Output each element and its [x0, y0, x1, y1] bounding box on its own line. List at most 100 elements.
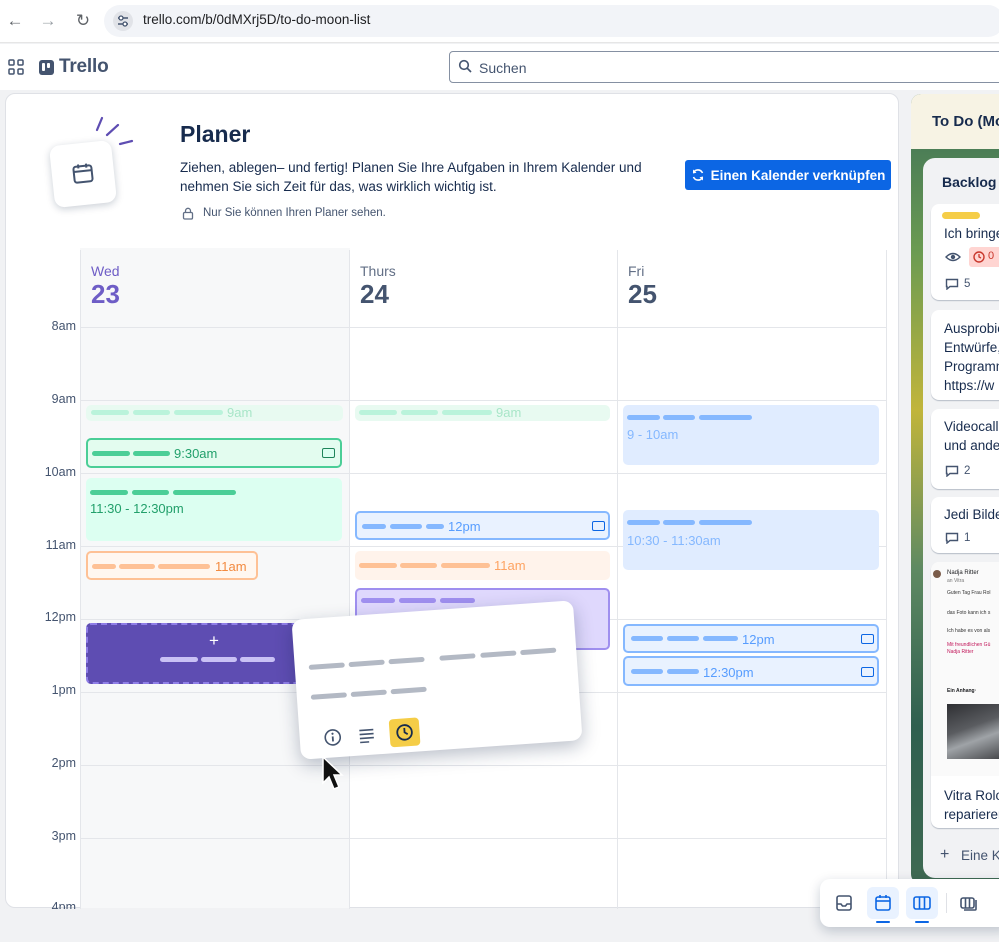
- active-indicator: [876, 921, 890, 923]
- list-card[interactable]: Videocall und ande 2: [931, 409, 999, 489]
- connect-calendar-label: Einen Kalender verknüpfen: [710, 167, 886, 183]
- search-placeholder: Suchen: [479, 60, 527, 76]
- due-date-badge: [388, 717, 421, 748]
- board-icon[interactable]: [911, 893, 933, 913]
- app-switcher-icon[interactable]: [8, 59, 24, 75]
- mouse-cursor-icon: [322, 755, 344, 790]
- divider: [946, 893, 947, 913]
- comment-count: 5: [964, 278, 971, 290]
- calendar-icon[interactable]: [872, 893, 894, 913]
- event-time: 11am: [215, 559, 247, 574]
- trello-logo-icon: [39, 59, 54, 75]
- overdue-badge: 0: [969, 247, 999, 267]
- card-line: Entwürfe,: [944, 340, 999, 355]
- event-block[interactable]: 9am: [355, 405, 610, 421]
- card-icon: [861, 667, 874, 677]
- inbox-icon[interactable]: [833, 893, 855, 913]
- hour-label: 11am: [45, 538, 76, 552]
- event-block[interactable]: 12:30pm: [623, 656, 879, 686]
- comment-icon: [945, 278, 959, 290]
- search-input[interactable]: [449, 51, 999, 83]
- day-header-thu: Thurs 24: [360, 263, 396, 310]
- event-block[interactable]: 11am: [86, 551, 258, 580]
- event-time: 9 - 10am: [627, 427, 679, 442]
- clock-icon: [973, 251, 985, 263]
- switch-boards-icon[interactable]: [958, 893, 980, 913]
- sync-icon: [692, 169, 703, 181]
- card-line: Videocall: [944, 419, 999, 434]
- event-block[interactable]: 10:30 - 11:30am: [623, 510, 879, 570]
- hour-label: 1pm: [51, 683, 76, 697]
- event-block[interactable]: 11am: [355, 551, 610, 580]
- card-title: Ich bringe: [944, 226, 999, 241]
- list-title[interactable]: Backlog: [942, 174, 996, 190]
- comment-count: 1: [964, 532, 971, 544]
- add-icon: +: [940, 846, 950, 863]
- event-time: 9am: [227, 405, 253, 420]
- board-title[interactable]: To Do (Mo: [932, 113, 999, 130]
- hour-label: 2pm: [51, 756, 76, 770]
- hour-line: [80, 400, 886, 401]
- event-block[interactable]: 11:30 - 12:30pm: [86, 478, 342, 541]
- add-card-button[interactable]: Eine Ka: [961, 848, 999, 863]
- hour-label: 9am: [51, 392, 76, 406]
- hour-label: 3pm: [51, 829, 76, 843]
- url-text[interactable]: trello.com/b/0dMXrj5D/to-do-moon-list: [143, 12, 370, 27]
- forward-icon[interactable]: →: [37, 10, 59, 32]
- day-header-fri: Fri 25: [628, 263, 657, 310]
- email-line: das Foto kann ich s: [947, 610, 991, 616]
- trello-logo-text: Trello: [59, 56, 109, 77]
- card-title: Jedi Bilde: [944, 507, 999, 522]
- event-time: 12pm: [448, 519, 481, 534]
- event-time: 9am: [496, 405, 522, 420]
- reload-icon[interactable]: ↻: [72, 10, 94, 32]
- day-number: 23: [91, 279, 120, 309]
- card-line: https://w: [944, 378, 995, 393]
- hour-line: [80, 765, 886, 766]
- email-via: an Vitra: [947, 578, 965, 584]
- list-card[interactable]: Ausprobie Entwürfe, Programm https://w: [931, 310, 999, 400]
- day-name: Wed: [91, 263, 120, 279]
- event-block[interactable]: 9am: [86, 405, 343, 421]
- event-block[interactable]: 9 - 10am: [623, 405, 879, 465]
- list-card[interactable]: Ich bringe 0 5: [931, 204, 999, 300]
- day-name: Fri: [628, 263, 645, 279]
- hour-label: 8am: [51, 319, 76, 333]
- watch-eye-icon: [945, 252, 961, 262]
- today-column-header: [80, 248, 350, 328]
- email-line: Guten Tag Frau Rol: [947, 590, 991, 596]
- event-block[interactable]: 12pm: [355, 511, 610, 540]
- hour-line: [80, 473, 886, 474]
- event-time: 12pm: [742, 632, 775, 647]
- avatar: [933, 570, 941, 578]
- day-header-wed: Wed 23: [91, 263, 120, 310]
- column-divider: [617, 250, 618, 910]
- comment-icon: [945, 465, 959, 477]
- email-attachment-label: Ein Anhang·: [947, 688, 977, 694]
- email-sender: Nadja Ritter: [947, 570, 979, 576]
- due-text: 0: [988, 250, 995, 262]
- list-card[interactable]: Nadja Ritter an Vitra Guten Tag Frau Rol…: [931, 562, 999, 828]
- card-label: [942, 212, 980, 219]
- day-name: Thurs: [360, 263, 396, 279]
- event-block[interactable]: 12pm: [623, 624, 879, 653]
- planner-calendar-tile: [48, 139, 118, 209]
- card-line: Programm: [944, 359, 999, 374]
- card-icon: [861, 634, 874, 644]
- event-time: 11am: [494, 558, 526, 573]
- connect-calendar-button[interactable]: Einen Kalender verknüpfen: [685, 160, 891, 190]
- hour-label: 10am: [44, 465, 76, 479]
- event-time: 11:30 - 12:30pm: [90, 501, 184, 516]
- site-info-icon[interactable]: [112, 10, 134, 32]
- card-line: Vitra Rolo: [944, 788, 999, 803]
- back-icon[interactable]: ←: [4, 10, 26, 32]
- column-divider: [80, 250, 81, 910]
- list-card[interactable]: Jedi Bilde 1: [931, 497, 999, 553]
- card-icon: [322, 448, 335, 458]
- trello-logo[interactable]: Trello: [39, 56, 109, 78]
- event-block[interactable]: 9:30am: [86, 438, 342, 468]
- card-icon: [592, 521, 605, 531]
- dragged-card[interactable]: [291, 600, 583, 760]
- lock-icon: [182, 207, 194, 220]
- hour-line: [80, 327, 886, 328]
